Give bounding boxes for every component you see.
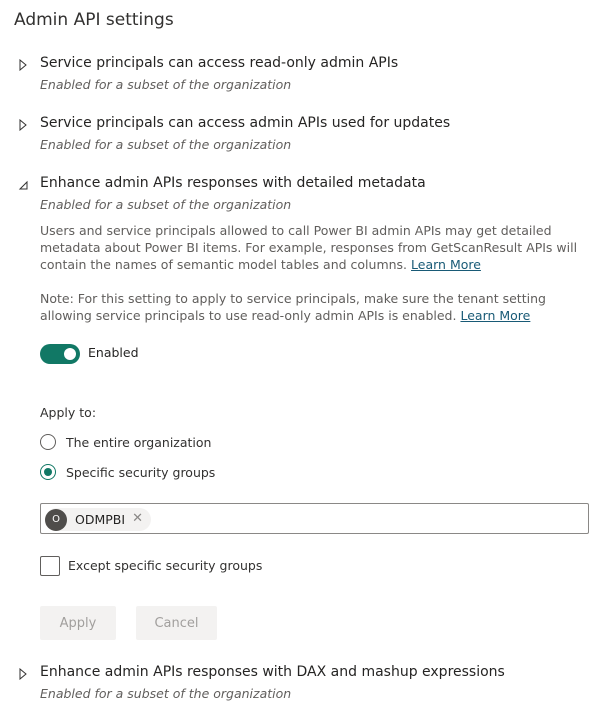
- setting-title: Service principals can access admin APIs…: [40, 115, 451, 131]
- avatar: O: [45, 508, 67, 531]
- learn-more-link[interactable]: Learn More: [411, 257, 481, 272]
- page-title: Admin API settings: [14, 10, 174, 30]
- except-security-groups-label: Except specific security groups: [68, 558, 263, 573]
- close-icon[interactable]: ✕: [132, 511, 143, 526]
- caret-right-icon: [19, 119, 27, 131]
- radio-specific-security-groups[interactable]: [40, 464, 56, 480]
- toggle-knob: [64, 348, 76, 360]
- security-groups-input[interactable]: O ODMPBI ✕: [40, 503, 589, 534]
- setting-subtitle: Enabled for a subset of the organization: [40, 197, 292, 212]
- setting-subtitle: Enabled for a subset of the organization: [40, 77, 292, 92]
- description-text: Users and service principals allowed to …: [40, 223, 578, 272]
- setting-title: Service principals can access read-only …: [40, 55, 399, 71]
- caret-down-icon: [18, 180, 28, 190]
- security-group-name: ODMPBI: [75, 512, 126, 527]
- setting-title: Enhance admin APIs responses with detail…: [40, 175, 426, 191]
- toggle-label: Enabled: [88, 345, 139, 360]
- setting-subtitle: Enabled for a subset of the organization: [40, 137, 292, 152]
- caret-right-icon: [19, 59, 27, 71]
- setting-subtitle: Enabled for a subset of the organization: [40, 686, 292, 701]
- enabled-toggle[interactable]: [40, 344, 80, 364]
- cancel-button[interactable]: Cancel: [136, 606, 217, 640]
- setting-description: Users and service principals allowed to …: [40, 222, 600, 273]
- radio-label-specific-security-groups: Specific security groups: [66, 465, 216, 480]
- radio-selected-dot: [44, 468, 52, 476]
- setting-title: Enhance admin APIs responses with DAX an…: [40, 664, 505, 680]
- caret-right-icon: [19, 668, 27, 680]
- apply-button[interactable]: Apply: [40, 606, 116, 640]
- security-group-chip: O ODMPBI ✕: [45, 508, 152, 531]
- learn-more-link[interactable]: Learn More: [460, 308, 530, 323]
- radio-label-entire-organization: The entire organization: [66, 435, 212, 450]
- radio-entire-organization[interactable]: [40, 434, 56, 450]
- setting-note: Note: For this setting to apply to servi…: [40, 290, 600, 324]
- apply-to-label: Apply to:: [40, 405, 97, 420]
- except-security-groups-checkbox[interactable]: [40, 556, 60, 576]
